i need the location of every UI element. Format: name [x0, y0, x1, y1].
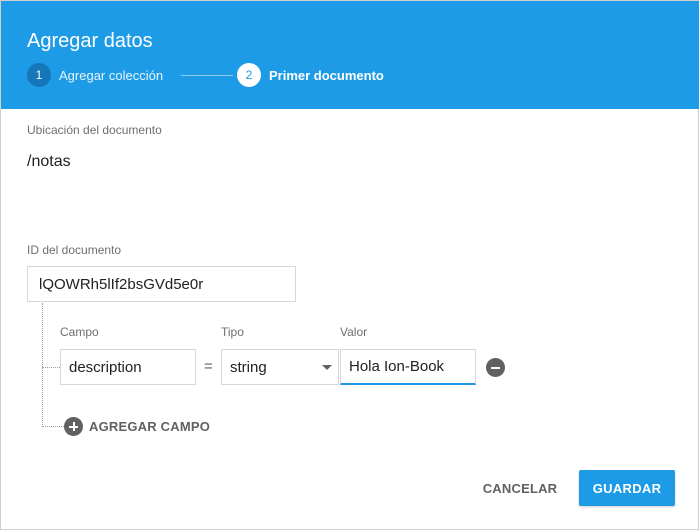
value-column-header: Valor: [340, 325, 368, 339]
document-path: /notas: [27, 153, 71, 170]
add-circle-icon: [64, 417, 83, 436]
dialog-title: Agregar datos: [27, 30, 153, 52]
document-id-label: ID del documento: [27, 243, 122, 257]
field-type-value: string: [230, 358, 267, 376]
step-label-1: Agregar colección: [59, 67, 164, 83]
field-column-header: Campo: [60, 325, 99, 339]
step-label-2: Primer documento: [269, 67, 384, 83]
step-add-collection[interactable]: 1 Agregar colección: [27, 63, 163, 87]
field-name-input[interactable]: description: [60, 349, 196, 385]
field-type-select[interactable]: string: [221, 349, 339, 385]
field-value-input[interactable]: Hola Ion-Book: [340, 349, 476, 385]
equals-sign: =: [204, 358, 213, 375]
type-column-header: Tipo: [221, 325, 244, 339]
remove-field-icon[interactable]: [486, 358, 505, 377]
save-button[interactable]: GUARDAR: [579, 470, 675, 506]
step-number-2: 2: [237, 63, 261, 87]
add-data-dialog: Agregar datos 1 Agregar colección 2 Prim…: [0, 0, 699, 530]
step-number-1: 1: [27, 63, 51, 87]
tree-connector-field: [42, 367, 60, 368]
document-id-input[interactable]: lQOWRh5lIf2bsGVd5e0r: [27, 266, 296, 302]
add-field-button[interactable]: AGREGAR CAMPO: [64, 417, 210, 436]
location-label: Ubicación del documento: [27, 123, 162, 137]
minus-icon: [491, 366, 500, 369]
tree-connector-vertical: [42, 303, 43, 427]
dialog-header: Agregar datos 1 Agregar colección 2 Prim…: [1, 1, 699, 109]
add-field-label: AGREGAR CAMPO: [89, 419, 211, 434]
stepper: 1 Agregar colección 2 Primer documento: [27, 63, 627, 87]
dropdown-caret-icon: [322, 364, 332, 370]
tree-connector-add: [42, 426, 64, 427]
step-first-document[interactable]: 2 Primer documento: [237, 63, 384, 87]
cancel-button[interactable]: CANCELAR: [471, 470, 569, 506]
stepper-connector: [181, 75, 233, 76]
